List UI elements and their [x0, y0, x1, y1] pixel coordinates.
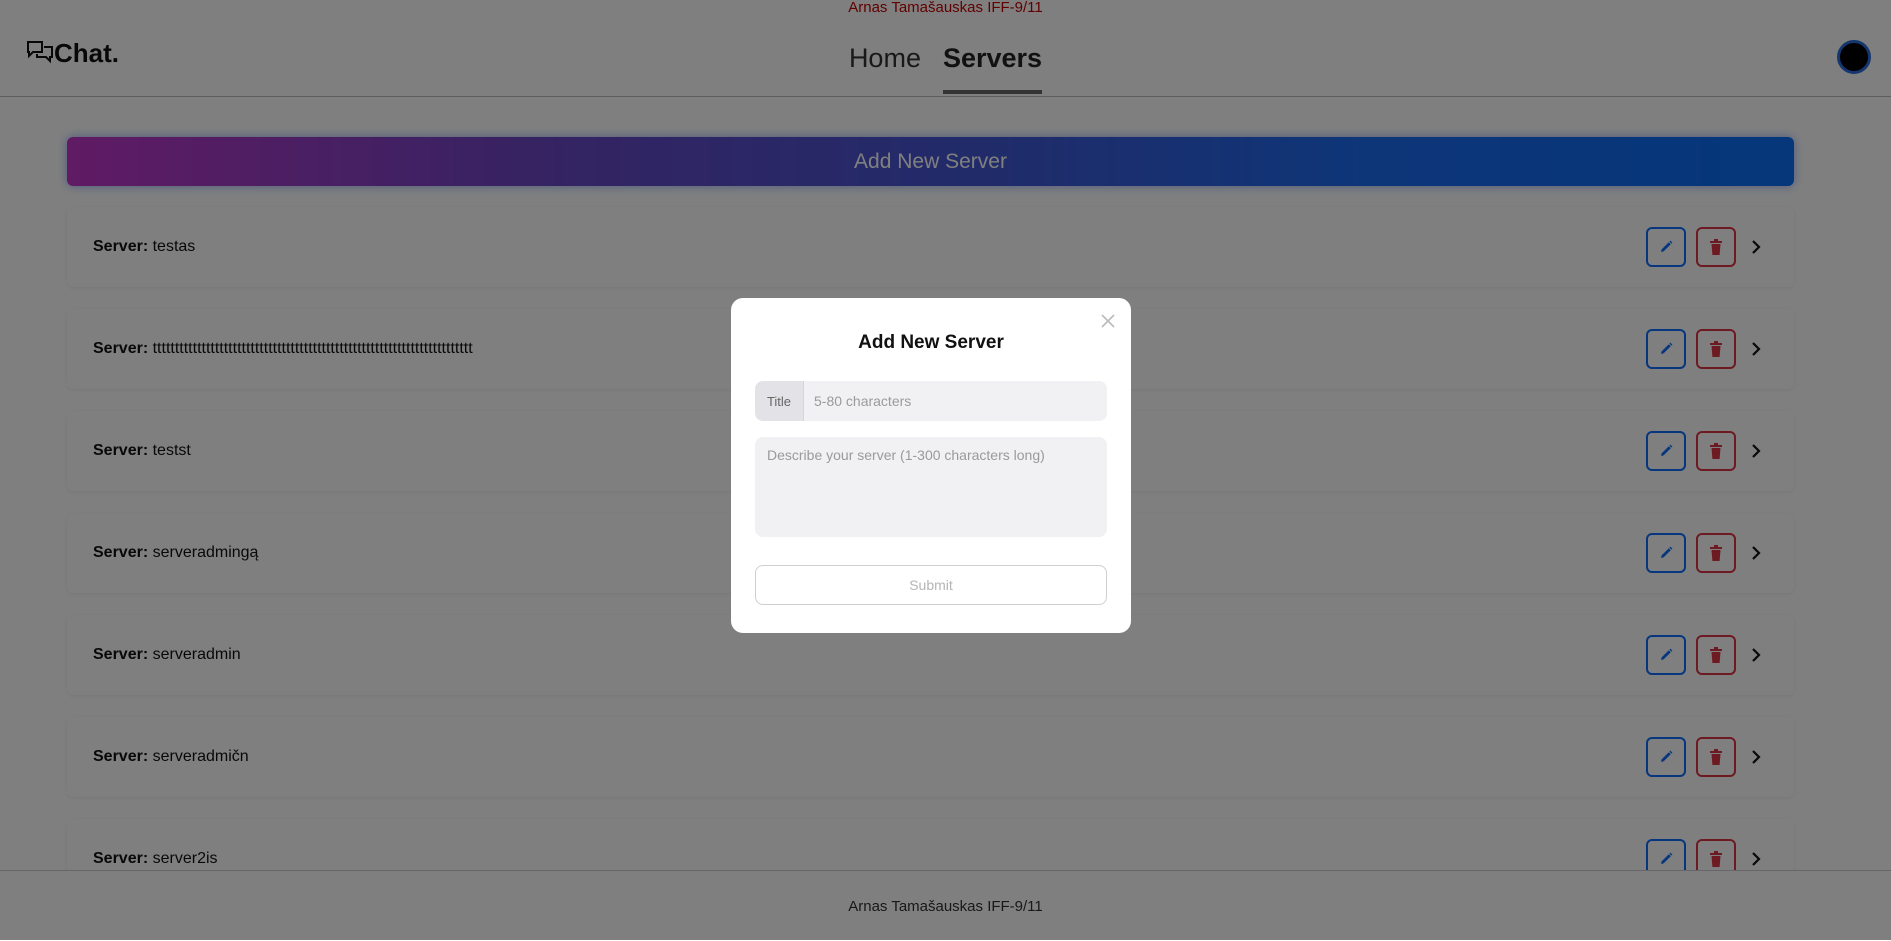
close-icon: [1101, 314, 1115, 328]
add-server-modal: Add New Server Title Submit: [731, 298, 1131, 633]
close-button[interactable]: [1097, 310, 1119, 332]
description-input[interactable]: [755, 437, 1107, 537]
title-input[interactable]: [804, 381, 1107, 421]
modal-title: Add New Server: [858, 332, 1004, 353]
title-prefix-label: Title: [755, 381, 804, 421]
title-input-group: Title: [755, 381, 1107, 421]
submit-button[interactable]: Submit: [755, 565, 1107, 605]
